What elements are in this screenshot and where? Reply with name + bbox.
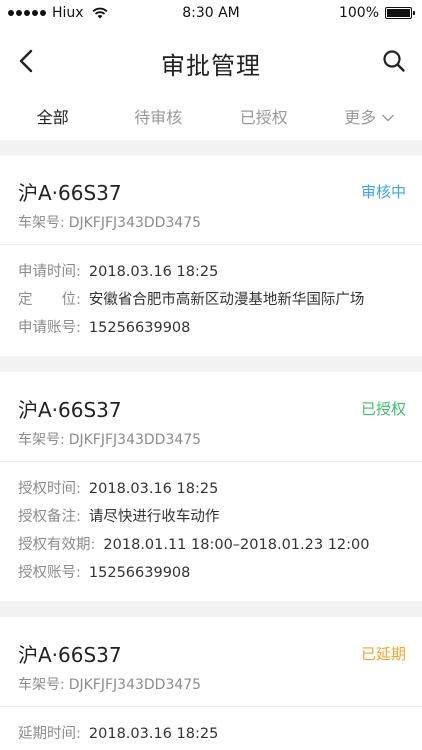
vin-line: 车架号: DJKFJFJ343DD3475 — [18, 674, 201, 694]
vin-label: 车架号: — [18, 215, 65, 231]
battery-fill — [387, 9, 410, 17]
detail-label: 定 位: — [18, 292, 81, 308]
card-details: 授权时间: 2018.03.16 18:25 授权备注: 请尽快进行收车动作 授权有… — [0, 462, 422, 601]
plate-number: 沪A·66S37 — [18, 398, 122, 422]
card-details: 申请时间: 2018.03.16 18:25 定 位: 安徽省合肥市高新区动漫基地新… — [0, 245, 422, 356]
detail-row: 申请账号: 15256639908 — [18, 314, 404, 342]
detail-row: 授权有效期: 2018.01.11 18:00–2018.01.23 12:00 — [18, 531, 404, 559]
vin-value: DJKFJFJ343DD3475 — [68, 432, 202, 448]
detail-value: 安徽省合肥市高新区动漫基地新华国际广场 — [88, 292, 365, 308]
vin-value: DJKFJFJ343DD3475 — [68, 677, 202, 693]
status-badge: 已延期 — [360, 645, 406, 663]
page-title: 审批管理 — [161, 52, 261, 80]
search-button[interactable] — [380, 46, 408, 76]
detail-label: 申请时间: — [18, 264, 81, 280]
detail-label: 授权备注: — [18, 509, 81, 525]
detail-value: 2018.03.16 18:25 — [88, 481, 219, 497]
tab-pending[interactable]: 待审核 — [106, 96, 212, 140]
detail-label: 申请账号: — [18, 320, 81, 336]
detail-value: 15256639908 — [88, 320, 191, 336]
status-badge: 审核中 — [360, 183, 406, 201]
plate-number: 沪A·66S37 — [18, 643, 122, 667]
vin-line: 车架号: DJKFJFJ343DD3475 — [18, 212, 201, 232]
detail-row: 申请时间: 2018.03.16 18:25 — [18, 258, 404, 286]
status-right: 100% — [338, 5, 415, 21]
detail-row: 授权备注: 请尽快进行收车动作 — [18, 503, 404, 531]
card-details: 延期时间: 2018.03.16 18:25 — [0, 707, 422, 750]
detail-value: 15256639908 — [88, 565, 191, 581]
detail-label: 授权有效期: — [18, 537, 96, 553]
chevron-down-icon — [382, 114, 394, 122]
card-header: 沪A·66S37 审核中 车架号: DJKFJFJ343DD3475 — [0, 155, 422, 245]
battery-icon — [385, 7, 415, 19]
tab-authorized[interactable]: 已授权 — [211, 96, 317, 140]
plate-number: 沪A·66S37 — [18, 181, 122, 205]
detail-label: 授权时间: — [18, 481, 81, 497]
detail-label: 授权账号: — [18, 565, 81, 581]
status-bar: Hiux 8:30 AM 100% — [0, 0, 422, 26]
approval-card[interactable]: 沪A·66S37 已延期 车架号: DJKFJFJ343DD3475 延期时间: 2… — [0, 617, 422, 750]
detail-row: 授权账号: 15256639908 — [18, 559, 404, 587]
tab-more[interactable]: 更多 — [317, 96, 422, 140]
battery-percent: 100% — [338, 5, 379, 21]
tab-more-label: 更多 — [344, 108, 377, 127]
detail-row: 定 位: 安徽省合肥市高新区动漫基地新华国际广场 — [18, 286, 404, 314]
approval-screen: Hiux 8:30 AM 100% 审批管理 全部 待审核 已授权 更多 沪A·… — [0, 0, 422, 750]
detail-value: 2018.03.16 18:25 — [88, 726, 219, 742]
card-header: 沪A·66S37 已授权 车架号: DJKFJFJ343DD3475 — [0, 372, 422, 462]
tab-all[interactable]: 全部 — [0, 96, 106, 140]
approval-card[interactable]: 沪A·66S37 审核中 车架号: DJKFJFJ343DD3475 申请时间: 2… — [0, 155, 422, 356]
detail-value: 请尽快进行收车动作 — [88, 509, 220, 525]
status-badge: 已授权 — [360, 400, 406, 418]
vin-label: 车架号: — [18, 432, 65, 448]
approval-list: 沪A·66S37 审核中 车架号: DJKFJFJ343DD3475 申请时间: 2… — [0, 155, 422, 750]
detail-value: 2018.01.11 18:00–2018.01.23 12:00 — [103, 537, 370, 553]
nav-bar: 审批管理 — [0, 26, 422, 96]
vin-label: 车架号: — [18, 677, 65, 693]
detail-row: 授权时间: 2018.03.16 18:25 — [18, 475, 404, 503]
detail-value: 2018.03.16 18:25 — [88, 264, 219, 280]
approval-card[interactable]: 沪A·66S37 已授权 车架号: DJKFJFJ343DD3475 授权时间: 2… — [0, 372, 422, 601]
detail-label: 延期时间: — [18, 726, 81, 742]
card-header: 沪A·66S37 已延期 车架号: DJKFJFJ343DD3475 — [0, 617, 422, 707]
filter-tabs: 全部 待审核 已授权 更多 — [0, 96, 422, 140]
search-icon — [383, 50, 405, 72]
vin-line: 车架号: DJKFJFJ343DD3475 — [18, 429, 201, 449]
vin-value: DJKFJFJ343DD3475 — [68, 215, 202, 231]
detail-row: 延期时间: 2018.03.16 18:25 — [18, 720, 404, 748]
